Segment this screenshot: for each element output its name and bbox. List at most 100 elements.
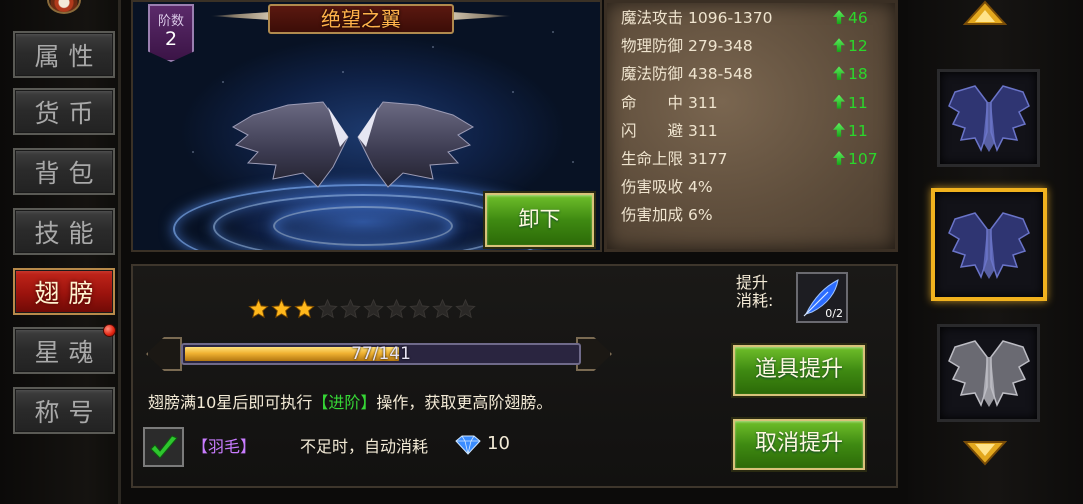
auto-consume-checkbox[interactable]: [143, 427, 184, 467]
hint-prefix: 翅膀满10星后即可执行: [148, 393, 313, 412]
tab-label: 货币: [34, 98, 103, 128]
progress-text: 77/141: [351, 344, 411, 364]
star-empty-icon: [317, 298, 338, 319]
stat-increase: 12: [833, 33, 868, 59]
up-arrow-icon: [833, 10, 845, 24]
stat-row: 魔法攻击 1096-1370 46: [621, 5, 891, 31]
rank-value: 2: [164, 28, 178, 50]
stat-value: 438-548: [688, 65, 753, 84]
progress-track: 77/141: [181, 343, 581, 365]
cost-label-line1: 提升: [736, 273, 769, 292]
diamond-icon: [455, 435, 481, 455]
stat-value: 3177: [688, 150, 728, 168]
stat-name: 魔法攻击: [621, 9, 684, 27]
wing-thumbnail-icon: [948, 211, 1030, 279]
auto-consume-text: 不足时，自动消耗: [300, 437, 429, 456]
star-empty-icon: [409, 298, 430, 319]
hint-suffix: 操作，获取更高阶翅膀。: [376, 393, 553, 412]
checkmark-icon: [150, 435, 178, 459]
rank-badge: 阶数 2: [148, 4, 194, 62]
hint-highlight: 【进阶】: [312, 393, 377, 412]
wing-slot[interactable]: [937, 69, 1040, 167]
feather-count: 0/2: [825, 307, 843, 320]
feather-item-slot[interactable]: 0/2: [796, 272, 848, 323]
stat-increase-value: 46: [848, 9, 868, 27]
tab-label: 称号: [34, 397, 103, 427]
tab-2[interactable]: 背包: [13, 148, 115, 195]
tab-label: 背包: [34, 158, 103, 188]
stat-row: 物理防御 279-348 12: [621, 33, 891, 59]
cancel-upgrade-button[interactable]: 取消提升: [733, 419, 865, 470]
stat-increase-value: 11: [848, 93, 868, 112]
wings-model: [231, 101, 475, 188]
wing-name: 绝望之翼: [268, 4, 454, 34]
cost-label-line2: 消耗:: [736, 291, 774, 310]
progress-ornament-left: [146, 337, 182, 371]
tab-label: 翅膀: [34, 278, 103, 308]
progress-bar: 77/141: [146, 335, 612, 375]
tab-3[interactable]: 技能: [13, 208, 115, 255]
stat-increase: 46: [833, 5, 868, 31]
stat-name: 生命上限: [621, 150, 684, 168]
stats-panel: 魔法攻击 1096-1370 46 物理防御 279-348 12 魔法防御 438-548 1…: [604, 0, 898, 252]
star-empty-icon: [363, 298, 384, 319]
wing-thumbnail-icon: [947, 340, 1030, 407]
tab-6[interactable]: 称号: [13, 387, 115, 434]
stat-increase-value: 12: [848, 37, 868, 56]
tab-1[interactable]: 货币: [13, 88, 115, 135]
stat-increase-value: 18: [848, 65, 868, 84]
star-filled-icon: [294, 298, 315, 319]
star-rating: [247, 298, 477, 322]
wing-thumbnail-icon: [947, 85, 1030, 152]
tab-label: 属性: [34, 41, 103, 71]
stat-name: 伤害吸收: [621, 178, 684, 197]
tab-5[interactable]: 星魂: [13, 324, 116, 374]
stat-name: 闪 避: [621, 121, 684, 140]
scroll-up-icon[interactable]: [963, 0, 1007, 26]
up-arrow-icon: [833, 66, 845, 81]
item-upgrade-button[interactable]: 道具提升: [733, 345, 865, 396]
stat-name: 命 中: [621, 93, 684, 112]
stat-value: 6%: [688, 206, 713, 225]
stat-value: 279-348: [688, 37, 753, 56]
feather-item-label: 【羽毛】: [192, 437, 257, 456]
stat-row: 闪 避 311 11: [621, 118, 891, 144]
up-arrow-icon: [833, 122, 845, 137]
stat-increase-value: 11: [848, 121, 868, 140]
stat-value: 311: [688, 121, 718, 140]
wing-slot[interactable]: [931, 188, 1047, 301]
stat-row: 生命上限 3177 107: [621, 146, 891, 172]
tab-label: 星魂: [34, 337, 103, 367]
up-arrow-icon: [833, 94, 845, 109]
rank-label: 阶数: [157, 14, 184, 29]
stat-increase: 107: [833, 146, 878, 172]
wing-screen: 属性 货币 背包 技能 翅膀 星魂 称号 阶数 2 绝望之翼 卸下 魔法攻击 1…: [0, 0, 1083, 504]
stat-increase: 11: [833, 118, 868, 144]
unequip-button[interactable]: 卸下: [485, 193, 594, 247]
tab-0[interactable]: 属性: [13, 31, 115, 78]
star-empty-icon: [455, 298, 476, 319]
tab-label: 技能: [34, 218, 103, 248]
stat-name: 魔法防御: [621, 65, 684, 84]
stat-value: 311: [688, 93, 718, 112]
magic-circle-core: [273, 206, 453, 246]
gem-cost: 10: [487, 433, 510, 454]
stat-name: 伤害加成: [621, 206, 684, 225]
stat-increase: 11: [833, 90, 868, 116]
stat-increase: 18: [833, 61, 868, 87]
wing-slot[interactable]: [937, 324, 1040, 422]
stat-row: 伤害加成 6%: [621, 202, 891, 228]
tab-column: 属性货币背包技能翅膀星魂称号: [0, 0, 125, 504]
stat-increase-value: 107: [848, 150, 878, 168]
stat-row: 命 中 311 11: [621, 90, 891, 116]
tab-4[interactable]: 翅膀: [13, 268, 115, 315]
star-empty-icon: [432, 298, 453, 319]
star-filled-icon: [271, 298, 292, 319]
star-empty-icon: [340, 298, 361, 319]
advance-hint: 翅膀满10星后即可执行【进阶】操作，获取更高阶翅膀。: [148, 389, 552, 413]
up-arrow-icon: [833, 151, 845, 165]
upgrade-cost-label: 提升 消耗:: [736, 274, 792, 310]
progress-ornament-right: [576, 337, 612, 371]
scroll-down-icon[interactable]: [963, 440, 1007, 466]
notification-dot-icon: [103, 324, 116, 337]
